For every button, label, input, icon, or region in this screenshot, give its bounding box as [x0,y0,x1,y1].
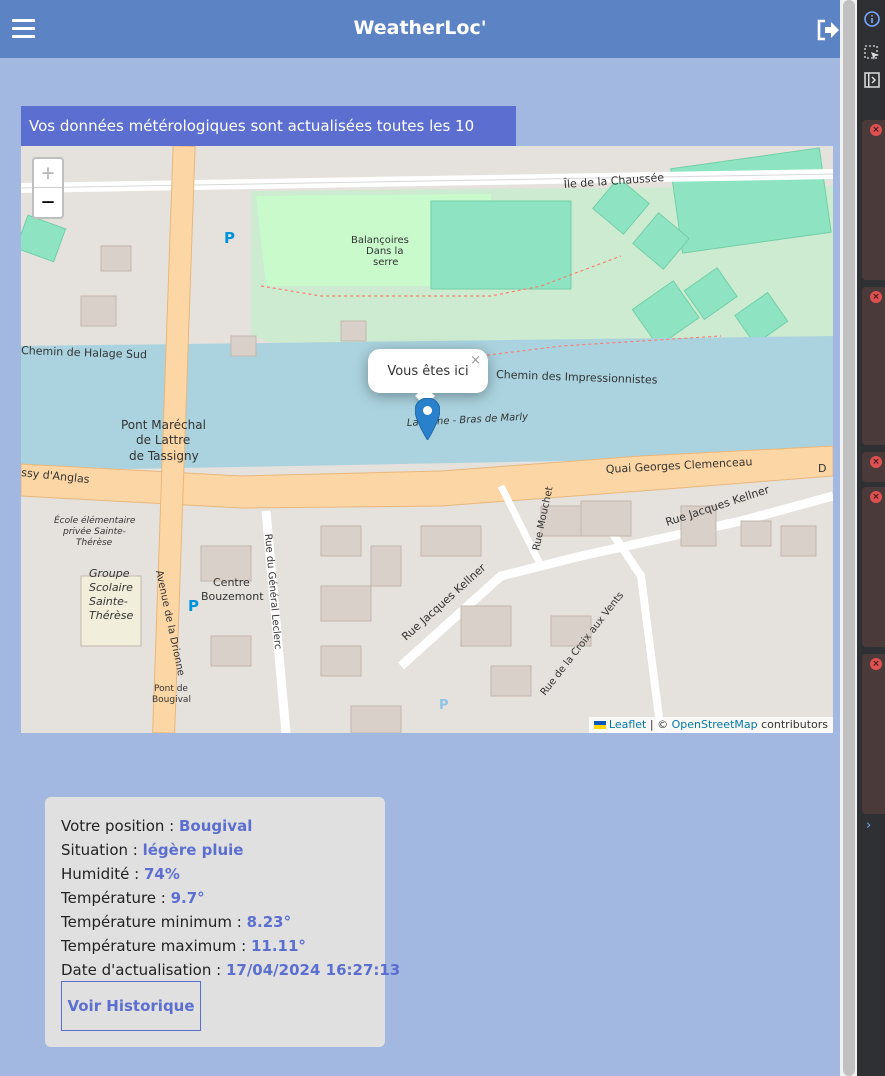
update-date-row: Date d'actualisation : 17/04/2024 16:27:… [61,958,400,982]
temperature-max-row: Température maximum : 11.11° [61,934,369,958]
temperature-min-label: Température minimum : [61,913,247,931]
ukraine-flag-icon [593,721,606,729]
map-label: Thérèse [89,609,133,622]
zoom-out-button[interactable]: − [34,188,62,217]
map-label: Thérèse [76,537,113,548]
map-label: Bougival [152,695,191,705]
svg-text:P: P [439,698,449,713]
location-popup: Vous êtes ici × [368,349,488,406]
position-value: Bougival [179,817,253,835]
scrollbar-thumb[interactable] [843,0,855,1076]
info-icon[interactable] [862,9,882,29]
map-label: Bouzemont [201,590,264,603]
error-card[interactable]: × [862,452,885,482]
humidity-value: 74% [143,865,180,883]
weather-card: Votre position : Bougival Situation : lé… [45,797,400,1047]
map-label: Pont Maréchal [121,418,206,432]
map-label: Balançoires [351,235,409,246]
history-button[interactable]: Voir Historique [61,981,201,1031]
error-card[interactable]: × [862,654,885,814]
zoom-in-button[interactable]: + [34,159,62,188]
map[interactable]: P P P Île de la Chaussée Balançoires Dan… [21,146,833,733]
error-card[interactable]: × [862,487,885,647]
map-label: Scolaire [89,581,133,594]
select-element-icon[interactable] [862,43,882,63]
refresh-info-banner: Vos données métérologiques sont actualis… [21,106,516,175]
attribution-separator: | © [646,718,672,731]
map-attribution: Leaflet | © OpenStreetMap contributors [588,717,833,733]
temperature-min-value: 8.23° [246,913,292,931]
map-label: Pont de [154,684,188,694]
zoom-control: + − [32,157,64,219]
update-date-label: Date d'actualisation : [61,961,226,979]
popup-close-button[interactable]: × [470,353,481,368]
position-row: Votre position : Bougival [61,814,369,838]
map-label: serre [373,257,398,268]
map-label: Centre [213,576,250,589]
attribution-contributors: contributors [757,718,828,731]
temperature-row: Température : 9.7° [61,886,369,910]
temperature-min-row: Température minimum : 8.23° [61,910,369,934]
temperature-label: Température : [61,889,171,907]
error-card[interactable]: × [862,120,885,280]
svg-text:P: P [224,229,235,247]
logout-icon[interactable] [816,19,840,41]
humidity-label: Humidité : [61,865,144,883]
map-label: Groupe [89,567,130,580]
map-label: École élémentaire [54,514,136,526]
map-label: Dans la [366,246,403,257]
situation-row: Situation : légère pluie [61,838,369,862]
leaflet-link[interactable]: Leaflet [609,718,646,731]
error-icon: × [870,658,882,670]
error-card[interactable]: × [862,287,885,445]
panel-toggle-icon[interactable] [862,70,882,90]
error-icon: × [870,291,882,303]
osm-link[interactable]: OpenStreetMap [672,718,758,731]
update-date-value: 17/04/2024 16:27:13 [225,961,401,979]
app-title: WeatherLoc' [353,17,487,39]
error-icon: × [870,491,882,503]
chevron-right-icon[interactable]: › [866,818,871,833]
error-icon: × [870,124,882,136]
location-marker-icon[interactable] [415,398,440,440]
temperature-max-value: 11.11° [250,937,306,955]
app-header: WeatherLoc' [0,0,840,58]
map-label: privée Sainte- [62,526,126,537]
svg-text:P: P [188,597,199,615]
temperature-value: 9.7° [170,889,205,907]
error-icon: × [870,456,882,468]
map-label: D [818,462,826,475]
temperature-max-label: Température maximum : [61,937,251,955]
map-label: de Tassigny [129,449,199,463]
humidity-row: Humidité : 74% [61,862,369,886]
situation-label: Situation : [61,841,143,859]
position-label: Votre position : [61,817,179,835]
map-label: de Lattre [136,433,190,447]
map-label: Sainte- [89,595,128,608]
situation-value: légère pluie [142,841,244,859]
